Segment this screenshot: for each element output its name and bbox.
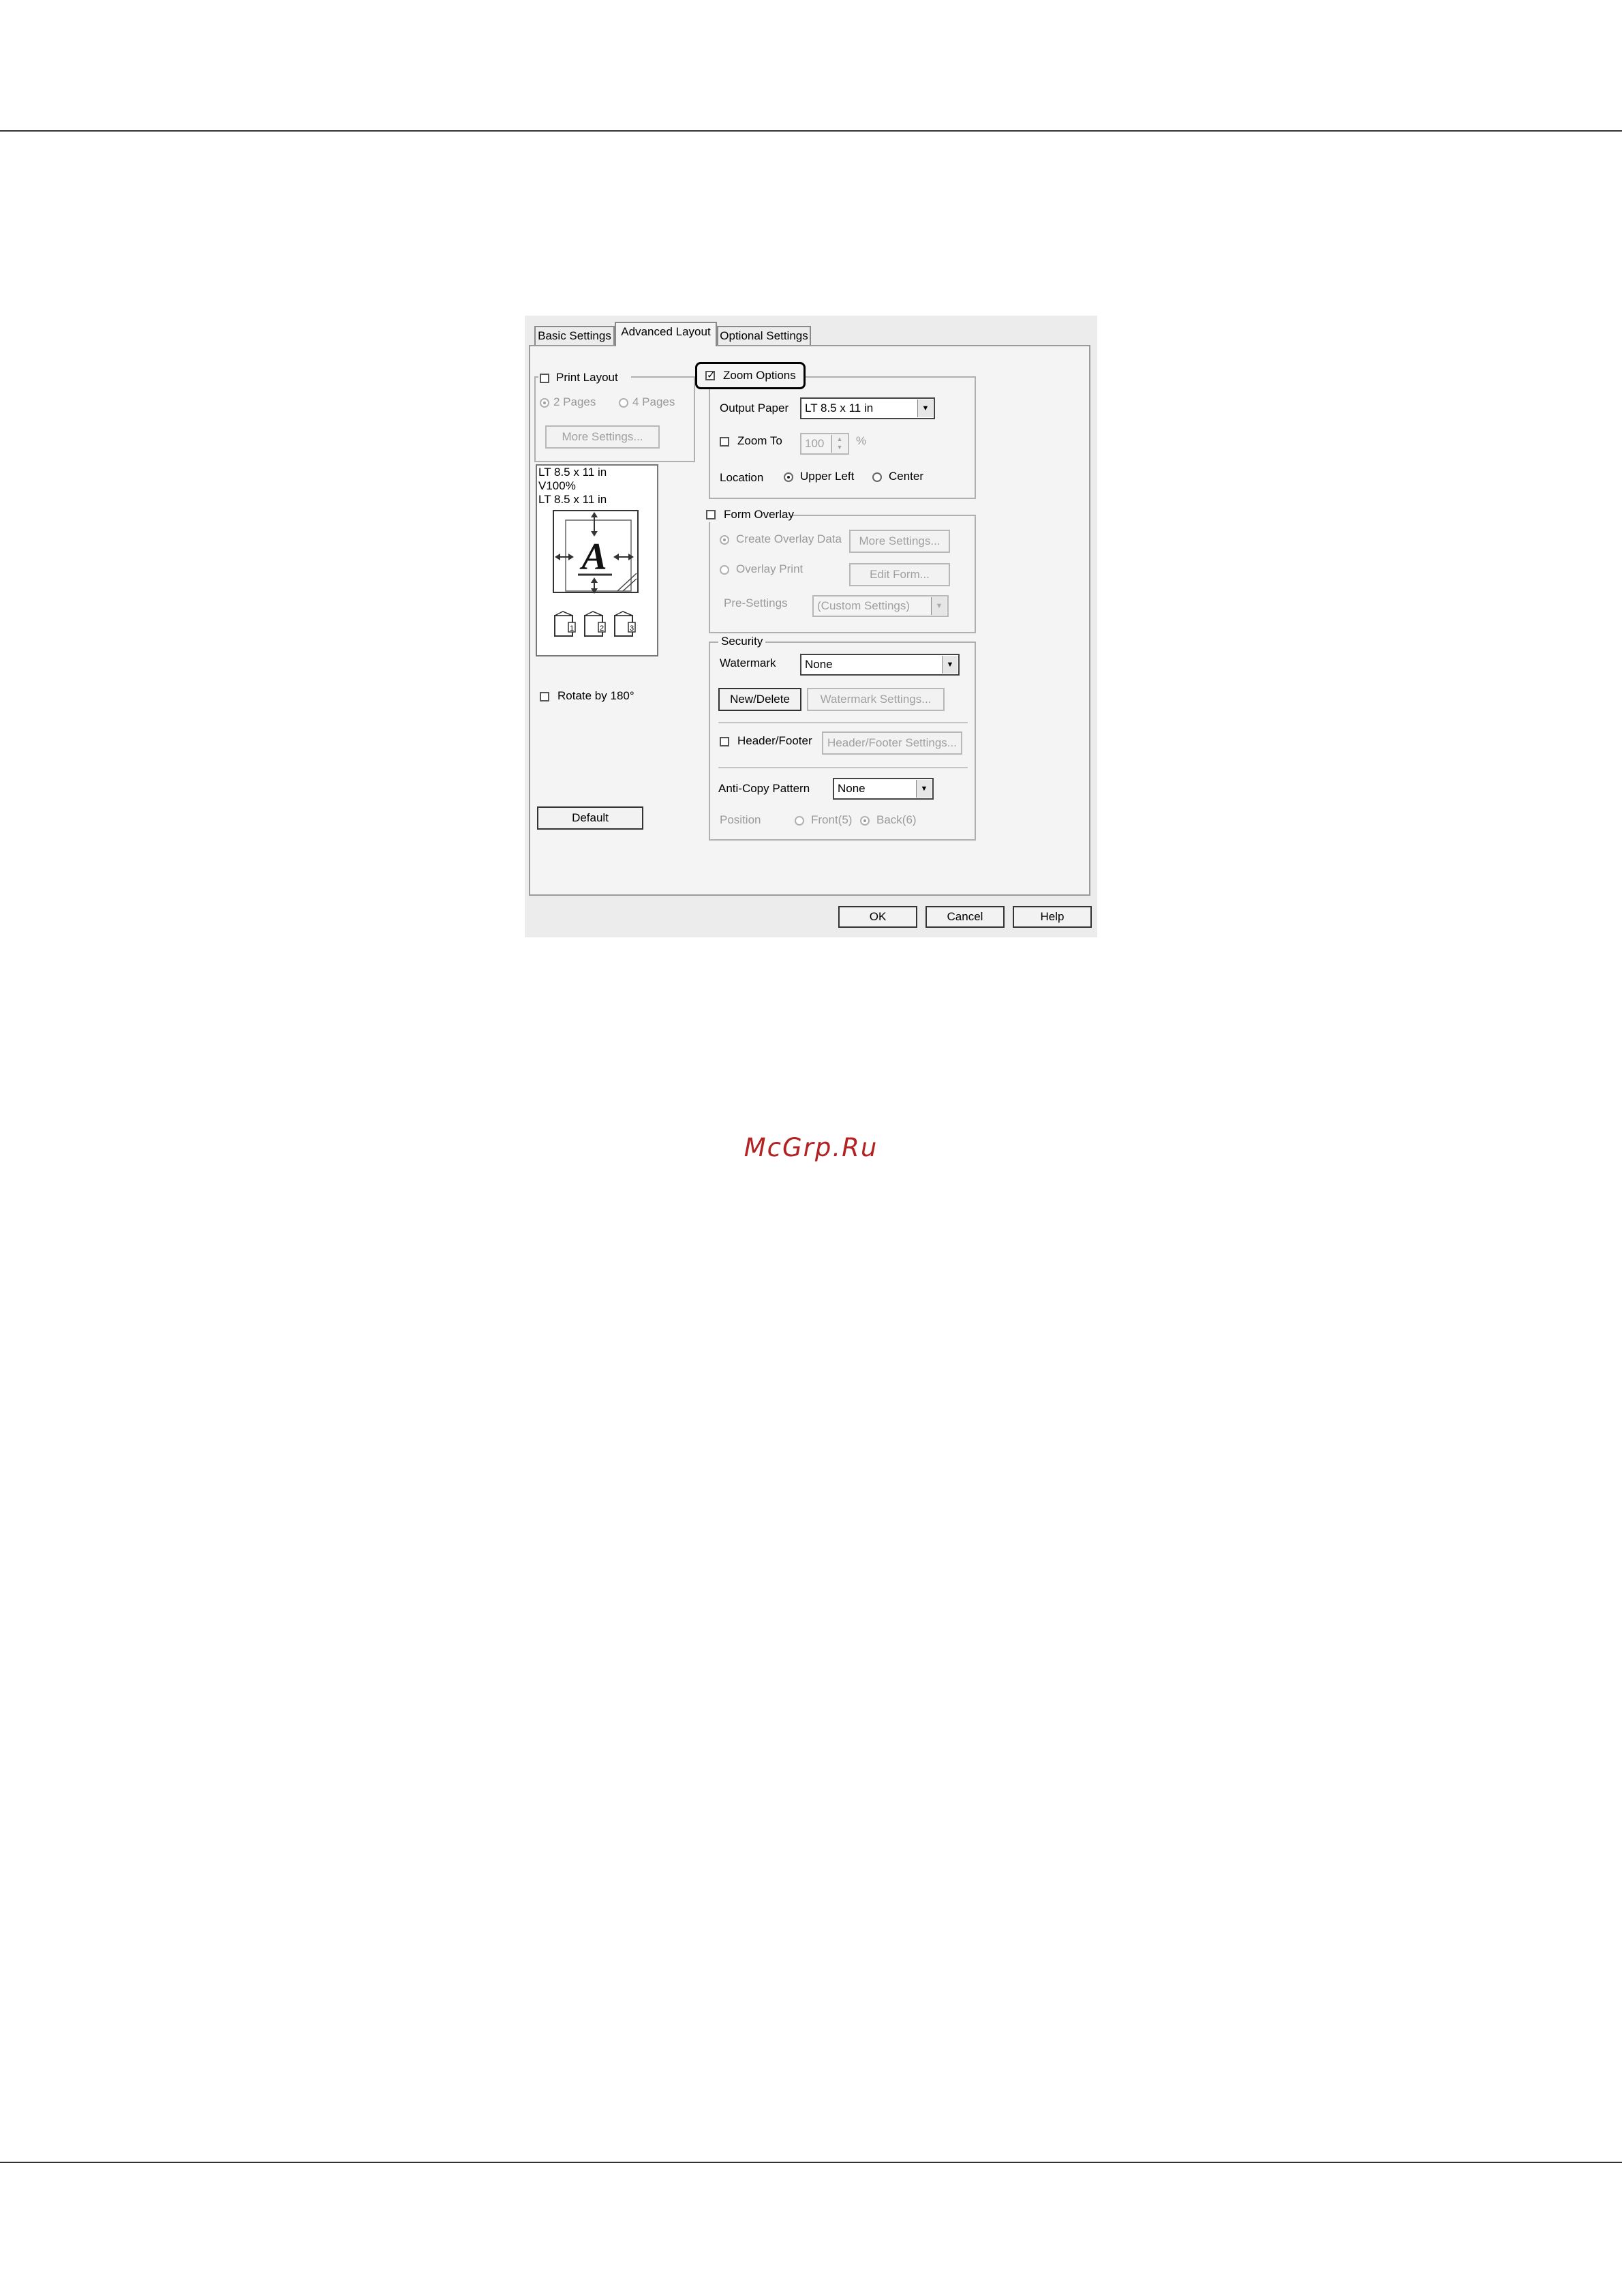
svg-text:2: 2 (600, 624, 604, 633)
2-pages-label: 2 Pages (553, 395, 596, 408)
svg-text:1: 1 (570, 624, 574, 633)
tab-basic-settings[interactable]: Basic Settings (534, 326, 615, 345)
zoom-to-label: Zoom To (737, 434, 782, 447)
print-layout-header: Print Layout (538, 370, 631, 385)
preview-line-3: LT 8.5 x 11 in (538, 493, 607, 506)
header-footer-label: Header/Footer (737, 734, 812, 747)
form-overlay-header: Form Overlay (703, 507, 794, 522)
anticopy-label: Anti-Copy Pattern (718, 782, 810, 795)
print-layout-checkbox[interactable] (540, 374, 549, 383)
anticopy-select[interactable]: None ▼ (833, 778, 934, 800)
zoom-options-highlight: Zoom Options (695, 362, 806, 389)
rotate-180-checkbox[interactable] (540, 692, 549, 701)
spinner-arrows-icon: ▲ ▼ (831, 435, 847, 453)
form-overlay-checkbox[interactable] (706, 510, 716, 519)
security-label: Security (718, 635, 766, 648)
cancel-button[interactable]: Cancel (925, 906, 1005, 928)
rotate-180-label: Rotate by 180° (557, 689, 634, 702)
create-overlay-label: Create Overlay Data (736, 532, 842, 545)
security-divider-2 (718, 767, 968, 768)
printer-properties-dialog: Basic Settings Advanced Layout Optional … (525, 316, 1097, 937)
front-label: Front(5) (811, 813, 853, 826)
zoom-options-label: Zoom Options (723, 369, 796, 382)
2-pages-radio[interactable] (540, 398, 549, 408)
output-paper-label: Output Paper (720, 402, 789, 414)
default-button[interactable]: Default (537, 806, 643, 830)
header-footer-checkbox[interactable] (720, 737, 729, 746)
top-rule (0, 130, 1622, 132)
new-delete-button[interactable]: New/Delete (718, 688, 801, 711)
zoom-to-input[interactable]: 100 ▲ ▼ (800, 433, 849, 455)
position-label: Position (720, 813, 761, 826)
tab-optional-settings[interactable]: Optional Settings (717, 326, 811, 345)
chevron-down-icon: ▼ (942, 656, 958, 674)
location-label: Location (720, 471, 764, 484)
create-overlay-radio[interactable] (720, 535, 729, 545)
print-layout-more-settings-button[interactable]: More Settings... (545, 425, 660, 449)
site-watermark: McGrp.Ru (744, 1133, 878, 1162)
upper-left-radio[interactable] (784, 472, 793, 482)
zoom-options-checkbox[interactable] (705, 369, 716, 381)
presettings-select[interactable]: (Custom Settings) ▼ (812, 595, 949, 617)
header-footer-settings-button[interactable]: Header/Footer Settings... (822, 731, 962, 755)
back-radio[interactable] (860, 816, 870, 826)
layout-preview: LT 8.5 x 11 in V100% LT 8.5 x 11 in A 1 … (536, 464, 658, 656)
upper-left-label: Upper Left (800, 470, 855, 483)
chevron-down-icon: ▼ (916, 780, 932, 798)
bottom-rule (0, 2162, 1622, 2163)
overlay-print-radio[interactable] (720, 565, 729, 575)
svg-text:3: 3 (630, 624, 634, 633)
ok-button[interactable]: OK (838, 906, 917, 928)
chevron-down-icon: ▼ (931, 597, 947, 615)
4-pages-radio[interactable] (619, 398, 628, 408)
preview-line-1: LT 8.5 x 11 in (538, 466, 607, 479)
security-divider-1 (718, 722, 968, 723)
zoom-unit: % (856, 434, 867, 447)
form-overlay-label: Form Overlay (724, 508, 794, 521)
chevron-down-icon: ▼ (917, 399, 933, 417)
front-radio[interactable] (795, 816, 804, 826)
edit-form-button[interactable]: Edit Form... (849, 563, 950, 586)
zoom-to-checkbox[interactable] (720, 437, 729, 447)
print-layout-group (534, 376, 695, 462)
page-preview-graphic: A 1 2 3 (553, 510, 639, 637)
tab-advanced-layout[interactable]: Advanced Layout (615, 322, 717, 346)
watermark-select[interactable]: None ▼ (800, 654, 960, 676)
center-label: Center (889, 470, 924, 483)
preview-letter: A (579, 536, 607, 578)
preview-line-2: V100% (538, 479, 576, 492)
presettings-label: Pre-Settings (724, 596, 788, 609)
watermark-settings-button[interactable]: Watermark Settings... (807, 688, 945, 711)
overlay-more-settings-button[interactable]: More Settings... (849, 530, 950, 553)
output-paper-select[interactable]: LT 8.5 x 11 in ▼ (800, 397, 935, 419)
4-pages-label: 4 Pages (632, 395, 675, 408)
overlay-print-label: Overlay Print (736, 562, 804, 575)
back-label: Back(6) (876, 813, 917, 826)
print-layout-label: Print Layout (556, 371, 618, 384)
center-radio[interactable] (872, 472, 882, 482)
watermark-label: Watermark (720, 656, 776, 669)
help-button[interactable]: Help (1013, 906, 1092, 928)
